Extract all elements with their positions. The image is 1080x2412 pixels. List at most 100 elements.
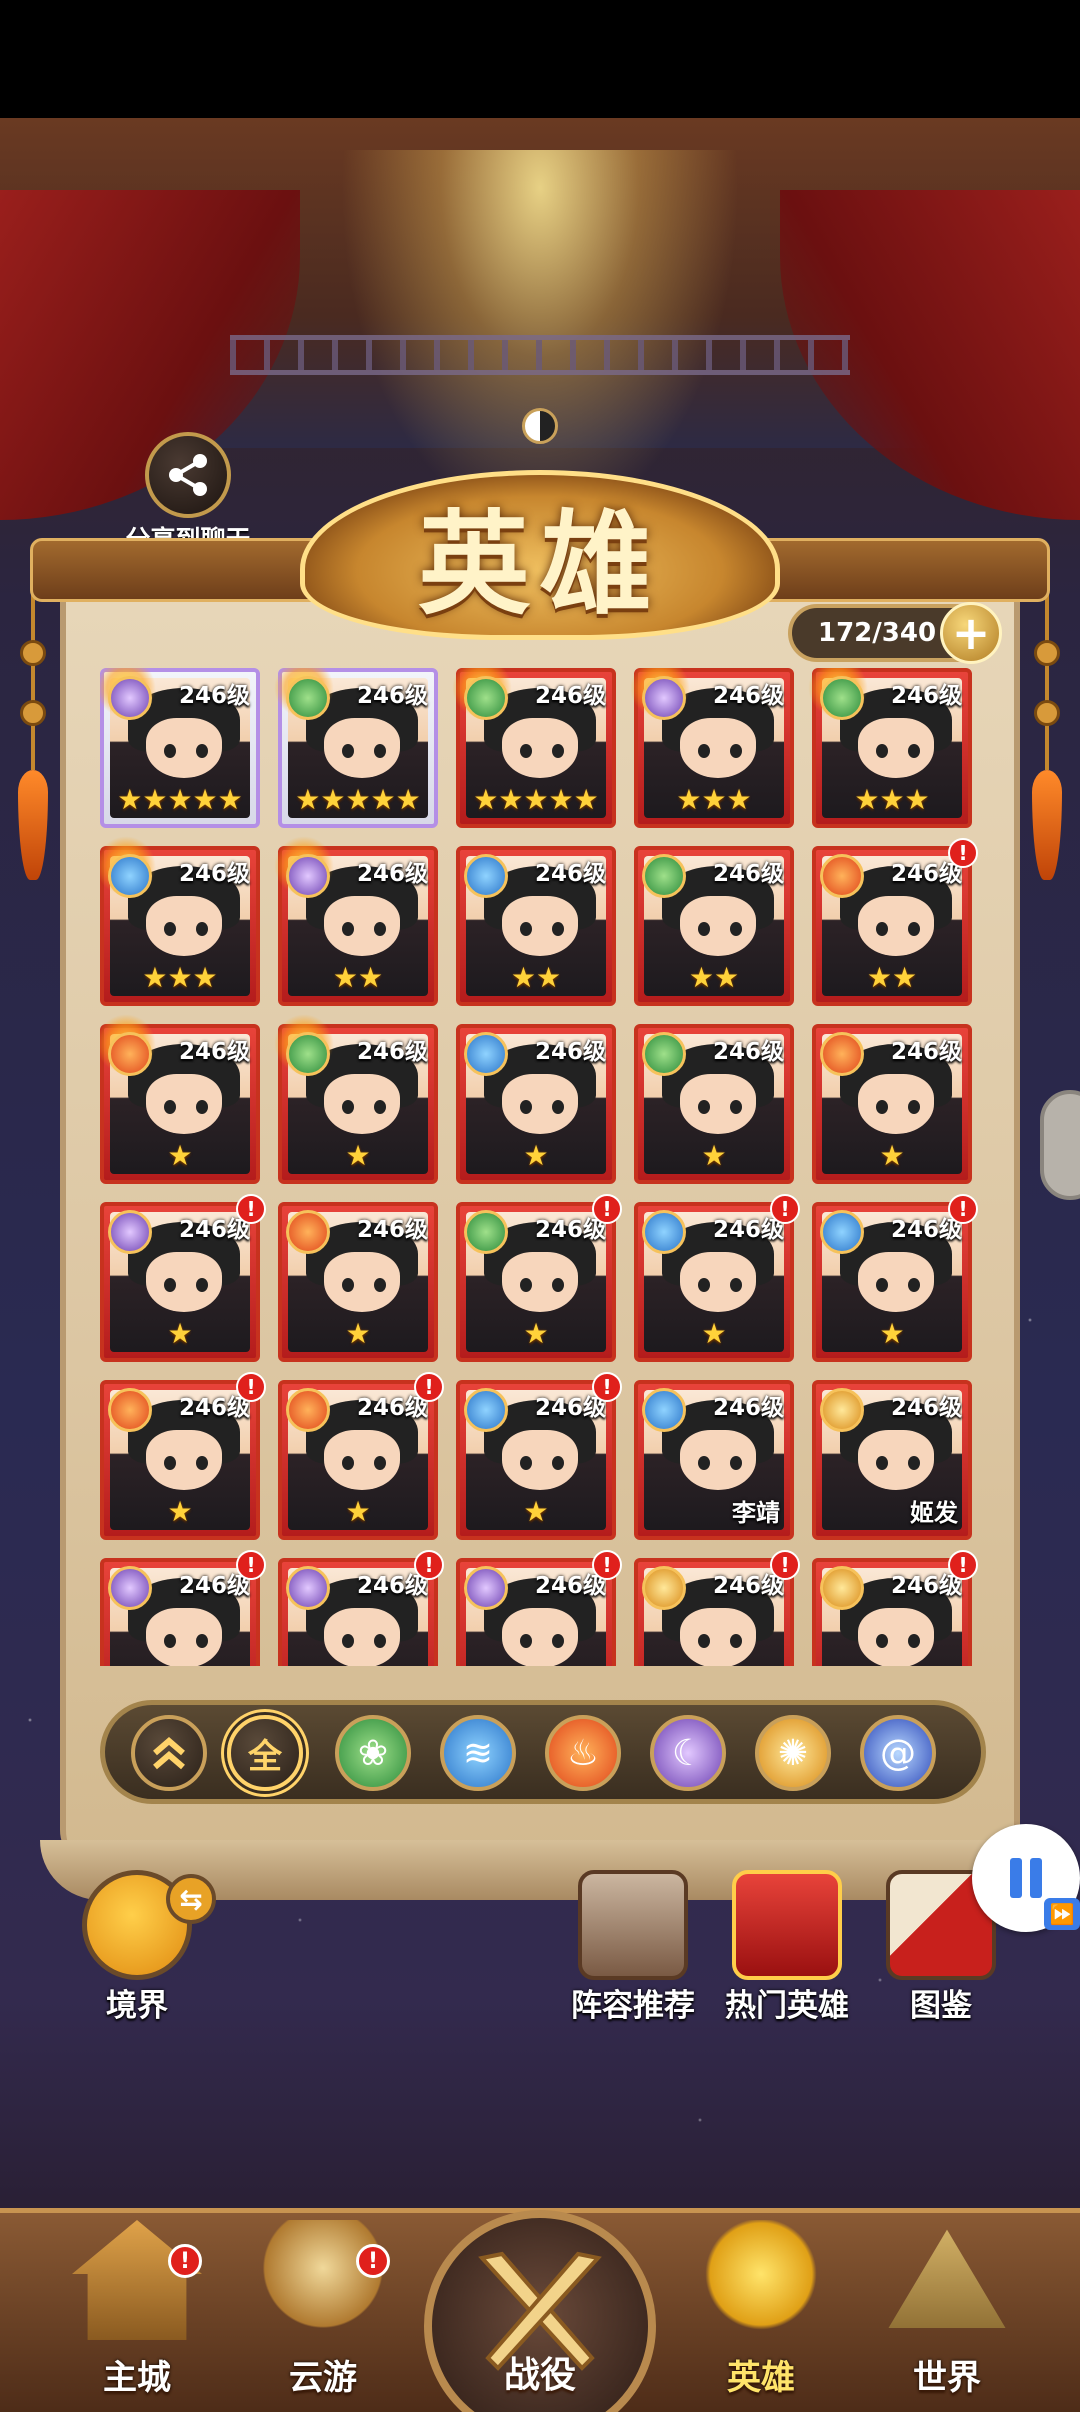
- hero-card[interactable]: 246级 ★★: [274, 836, 438, 1006]
- hero-level: 246级: [890, 683, 962, 709]
- nav-travel-alert-badge: !: [356, 2244, 390, 2278]
- moon-element-icon: [108, 676, 152, 720]
- hero-stars: ★: [167, 1317, 193, 1350]
- element-filter-bar: 全 ❀ ≋ ♨ ☾ ✺ @: [100, 1700, 986, 1804]
- hero-stars: ★★: [332, 961, 384, 994]
- side-panel-handle[interactable]: [1040, 1090, 1080, 1200]
- hero-card[interactable]: 246级 ★!: [100, 1194, 266, 1362]
- lineup-recommend-button[interactable]: 阵容推荐: [558, 1870, 708, 2025]
- moon-element-icon: [286, 1566, 330, 1610]
- fire-element-icon: [286, 1388, 330, 1432]
- cloud-gourd-icon: [258, 2220, 388, 2340]
- wood-element-icon: [464, 1210, 508, 1254]
- alert-badge-icon: !: [592, 1194, 622, 1224]
- water-element-icon: [464, 1032, 508, 1076]
- sun-element-icon: [820, 1388, 864, 1432]
- flame-icon: ♨: [566, 1732, 600, 1774]
- filter-fire-button[interactable]: ♨: [545, 1715, 621, 1791]
- yinyang-icon: [522, 408, 558, 444]
- hero-stars: ★★: [688, 961, 740, 994]
- filter-wood-button[interactable]: ❀: [335, 1715, 411, 1791]
- nav-world[interactable]: 世界: [852, 2220, 1042, 2399]
- hero-level: 246级: [534, 683, 606, 709]
- filter-moon-button[interactable]: ☾: [650, 1715, 726, 1791]
- hero-card[interactable]: 246级 ★: [456, 1024, 616, 1184]
- hero-level: 246级: [712, 861, 784, 887]
- hero-card[interactable]: 246级 ★: [274, 1014, 438, 1184]
- alert-badge-icon: !: [948, 1194, 978, 1224]
- hero-card[interactable]: 246级 ★: [634, 1024, 794, 1184]
- hot-heroes-button[interactable]: 热门英雄: [712, 1870, 862, 2025]
- double-chevron-up-icon: [153, 1737, 185, 1770]
- wood-element-icon: [820, 676, 864, 720]
- nav-main-city[interactable]: 主城: [42, 2220, 232, 2399]
- hero-card[interactable]: 246级 ★★: [634, 846, 794, 1006]
- hero-level: 246级: [356, 1039, 428, 1065]
- hero-card[interactable]: 246级 ★★★★★: [274, 668, 438, 828]
- plus-icon[interactable]: +: [940, 602, 1002, 664]
- nav-main-city-label: 主城: [103, 2358, 171, 2398]
- filter-wind-button[interactable]: @: [860, 1715, 936, 1791]
- castle-icon: [72, 2220, 202, 2340]
- fast-forward-icon[interactable]: ⏩: [1044, 1898, 1080, 1930]
- hero-card[interactable]: 246级 ★!: [278, 1372, 444, 1540]
- hero-card[interactable]: 246级 ★!: [456, 1194, 622, 1362]
- hero-card[interactable]: 246级!: [812, 1550, 978, 1666]
- hero-stars: ★★★: [676, 783, 752, 816]
- hero-name: 姬发: [910, 1499, 958, 1527]
- hero-card[interactable]: 246级 姬发: [812, 1380, 972, 1540]
- wood-element-icon: [464, 676, 508, 720]
- filter-all-button[interactable]: 全: [227, 1715, 303, 1791]
- filter-water-button[interactable]: ≋: [440, 1715, 516, 1791]
- hero-stars: ★: [167, 1495, 193, 1528]
- nav-world-label: 世界: [913, 2358, 981, 2398]
- hero-stars: ★: [879, 1317, 905, 1350]
- hero-card[interactable]: 246级 李靖: [634, 1380, 794, 1540]
- hero-card[interactable]: 246级 ★!: [100, 1372, 266, 1540]
- hero-stars: ★: [523, 1495, 549, 1528]
- share-icon: [145, 432, 231, 518]
- swap-icon[interactable]: ⇆: [166, 1874, 216, 1924]
- filter-sun-button[interactable]: ✺: [755, 1715, 831, 1791]
- sun-element-icon: [820, 1566, 864, 1610]
- leaf-icon: ❀: [357, 1732, 389, 1774]
- hero-helmet-icon: [696, 2220, 826, 2340]
- hero-card[interactable]: 246级 ★!: [812, 1194, 978, 1362]
- sun-icon: ✺: [777, 1732, 809, 1774]
- hero-card[interactable]: 246级!: [278, 1550, 444, 1666]
- fire-element-icon: [286, 1210, 330, 1254]
- hero-card[interactable]: 246级 ★!: [456, 1372, 622, 1540]
- hero-card[interactable]: 246级 ★!: [634, 1194, 800, 1362]
- hero-stars: ★: [701, 1317, 727, 1350]
- moon-element-icon: [642, 676, 686, 720]
- hero-card[interactable]: 246级 ★★★★★: [100, 668, 260, 828]
- hero-card[interactable]: 246级 ★★★: [808, 668, 972, 828]
- hero-card[interactable]: 246级 ★: [278, 1202, 438, 1362]
- hero-card[interactable]: 246级 ★: [100, 1014, 260, 1184]
- alert-badge-icon: !: [770, 1194, 800, 1224]
- hero-stars: ★: [345, 1495, 371, 1528]
- alert-badge-icon: !: [592, 1372, 622, 1402]
- hero-grid-viewport[interactable]: 246级 ★★★★★ 246级 ★★★★★ 246级 ★★★★★ 246级 ★★★ 246级 ★★…: [100, 668, 980, 1666]
- nav-travel[interactable]: 云游: [228, 2220, 418, 2399]
- hero-level: 246级: [534, 1039, 606, 1065]
- nav-battle-label: 战役: [503, 2355, 576, 2396]
- hero-stars: ★★★★★: [117, 783, 243, 816]
- hot-heroes-label: 热门英雄: [725, 1988, 849, 2024]
- hero-stars: ★★★★★: [295, 783, 421, 816]
- hero-card[interactable]: 246级!: [456, 1550, 622, 1666]
- sort-button[interactable]: [131, 1715, 207, 1791]
- lineup-label: 阵容推荐: [571, 1988, 695, 2024]
- hero-card[interactable]: 246级 ★★: [456, 846, 616, 1006]
- hero-card[interactable]: 246级!: [634, 1550, 800, 1666]
- hero-card[interactable]: 246级 ★: [812, 1024, 972, 1184]
- hero-stars: ★★★: [142, 961, 218, 994]
- hero-card[interactable]: 246级 ★★★★★: [452, 668, 616, 828]
- hero-level: 246级: [534, 861, 606, 887]
- nav-heroes[interactable]: 英雄: [666, 2220, 856, 2399]
- hero-card[interactable]: 246级 ★★!: [812, 838, 978, 1006]
- hero-card[interactable]: 246级 ★★★: [630, 668, 794, 828]
- hero-card[interactable]: 246级 ★★★: [100, 836, 260, 1006]
- hero-card[interactable]: 246级!: [100, 1550, 266, 1666]
- alert-badge-icon: !: [592, 1550, 622, 1580]
